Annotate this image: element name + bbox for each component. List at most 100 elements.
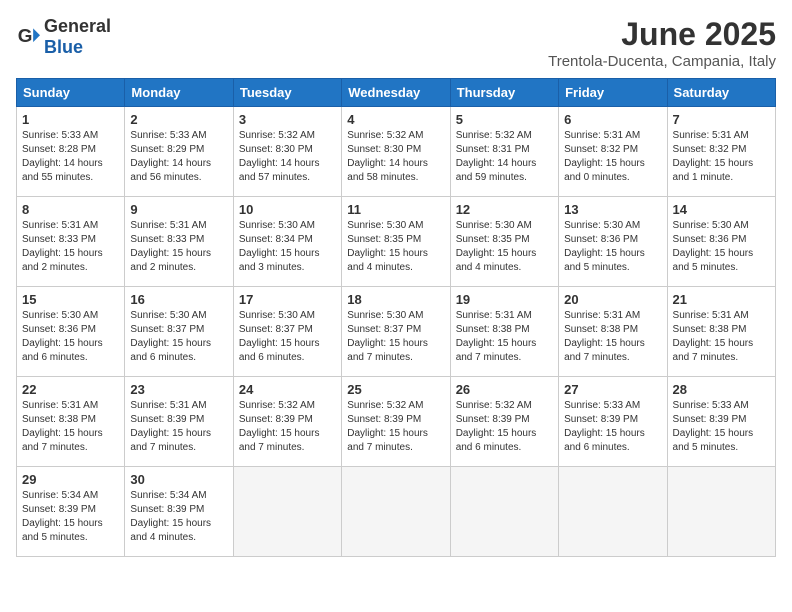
day-number: 12 (456, 202, 553, 217)
day-cell: 7 Sunrise: 5:31 AM Sunset: 8:32 PM Dayli… (667, 107, 775, 197)
day-cell: 8 Sunrise: 5:31 AM Sunset: 8:33 PM Dayli… (17, 197, 125, 287)
day-cell (559, 467, 667, 557)
day-number: 25 (347, 382, 444, 397)
logo-blue: Blue (44, 37, 83, 57)
svg-text:G: G (18, 25, 33, 46)
day-number: 4 (347, 112, 444, 127)
day-cell: 22 Sunrise: 5:31 AM Sunset: 8:38 PM Dayl… (17, 377, 125, 467)
day-number: 11 (347, 202, 444, 217)
day-info: Sunrise: 5:30 AM Sunset: 8:37 PM Dayligh… (239, 309, 336, 365)
day-cell: 21 Sunrise: 5:31 AM Sunset: 8:38 PM Dayl… (667, 287, 775, 377)
day-info: Sunrise: 5:33 AM Sunset: 8:29 PM Dayligh… (130, 129, 227, 185)
day-cell: 17 Sunrise: 5:30 AM Sunset: 8:37 PM Dayl… (233, 287, 341, 377)
day-info: Sunrise: 5:34 AM Sunset: 8:39 PM Dayligh… (130, 489, 227, 545)
day-cell (667, 467, 775, 557)
day-cell: 2 Sunrise: 5:33 AM Sunset: 8:29 PM Dayli… (125, 107, 233, 197)
day-info: Sunrise: 5:30 AM Sunset: 8:36 PM Dayligh… (673, 219, 770, 275)
subtitle: Trentola-Ducenta, Campania, Italy (548, 53, 776, 70)
day-info: Sunrise: 5:32 AM Sunset: 8:39 PM Dayligh… (456, 399, 553, 455)
day-info: Sunrise: 5:32 AM Sunset: 8:39 PM Dayligh… (239, 399, 336, 455)
day-info: Sunrise: 5:30 AM Sunset: 8:36 PM Dayligh… (564, 219, 661, 275)
day-info: Sunrise: 5:31 AM Sunset: 8:32 PM Dayligh… (564, 129, 661, 185)
day-number: 14 (673, 202, 770, 217)
day-cell: 6 Sunrise: 5:31 AM Sunset: 8:32 PM Dayli… (559, 107, 667, 197)
day-cell: 11 Sunrise: 5:30 AM Sunset: 8:35 PM Dayl… (342, 197, 450, 287)
day-cell: 15 Sunrise: 5:30 AM Sunset: 8:36 PM Dayl… (17, 287, 125, 377)
day-cell: 27 Sunrise: 5:33 AM Sunset: 8:39 PM Dayl… (559, 377, 667, 467)
day-info: Sunrise: 5:30 AM Sunset: 8:37 PM Dayligh… (130, 309, 227, 365)
logo: G General Blue (16, 16, 111, 58)
day-cell: 12 Sunrise: 5:30 AM Sunset: 8:35 PM Dayl… (450, 197, 558, 287)
day-info: Sunrise: 5:30 AM Sunset: 8:35 PM Dayligh… (347, 219, 444, 275)
day-number: 20 (564, 292, 661, 307)
day-number: 28 (673, 382, 770, 397)
header-saturday: Saturday (667, 79, 775, 107)
day-number: 21 (673, 292, 770, 307)
day-cell: 9 Sunrise: 5:31 AM Sunset: 8:33 PM Dayli… (125, 197, 233, 287)
day-cell: 25 Sunrise: 5:32 AM Sunset: 8:39 PM Dayl… (342, 377, 450, 467)
day-info: Sunrise: 5:31 AM Sunset: 8:38 PM Dayligh… (22, 399, 119, 455)
week-row-2: 8 Sunrise: 5:31 AM Sunset: 8:33 PM Dayli… (17, 197, 776, 287)
logo-icon: G (16, 25, 40, 49)
day-cell (450, 467, 558, 557)
day-info: Sunrise: 5:32 AM Sunset: 8:39 PM Dayligh… (347, 399, 444, 455)
header-tuesday: Tuesday (233, 79, 341, 107)
header-friday: Friday (559, 79, 667, 107)
logo-text: General Blue (44, 16, 111, 58)
day-info: Sunrise: 5:31 AM Sunset: 8:33 PM Dayligh… (22, 219, 119, 275)
day-info: Sunrise: 5:30 AM Sunset: 8:36 PM Dayligh… (22, 309, 119, 365)
calendar-header-row: Sunday Monday Tuesday Wednesday Thursday… (17, 79, 776, 107)
day-info: Sunrise: 5:33 AM Sunset: 8:28 PM Dayligh… (22, 129, 119, 185)
day-number: 19 (456, 292, 553, 307)
day-info: Sunrise: 5:33 AM Sunset: 8:39 PM Dayligh… (673, 399, 770, 455)
day-info: Sunrise: 5:31 AM Sunset: 8:32 PM Dayligh… (673, 129, 770, 185)
week-row-5: 29 Sunrise: 5:34 AM Sunset: 8:39 PM Dayl… (17, 467, 776, 557)
header-sunday: Sunday (17, 79, 125, 107)
day-cell: 19 Sunrise: 5:31 AM Sunset: 8:38 PM Dayl… (450, 287, 558, 377)
day-info: Sunrise: 5:30 AM Sunset: 8:37 PM Dayligh… (347, 309, 444, 365)
day-cell (233, 467, 341, 557)
day-cell: 26 Sunrise: 5:32 AM Sunset: 8:39 PM Dayl… (450, 377, 558, 467)
day-info: Sunrise: 5:34 AM Sunset: 8:39 PM Dayligh… (22, 489, 119, 545)
header-thursday: Thursday (450, 79, 558, 107)
day-cell: 30 Sunrise: 5:34 AM Sunset: 8:39 PM Dayl… (125, 467, 233, 557)
day-cell (342, 467, 450, 557)
day-number: 17 (239, 292, 336, 307)
logo-general: General (44, 16, 111, 36)
header: G General Blue June 2025 Trentola-Ducent… (16, 16, 776, 70)
day-cell: 1 Sunrise: 5:33 AM Sunset: 8:28 PM Dayli… (17, 107, 125, 197)
day-info: Sunrise: 5:30 AM Sunset: 8:34 PM Dayligh… (239, 219, 336, 275)
day-info: Sunrise: 5:30 AM Sunset: 8:35 PM Dayligh… (456, 219, 553, 275)
day-cell: 20 Sunrise: 5:31 AM Sunset: 8:38 PM Dayl… (559, 287, 667, 377)
day-number: 9 (130, 202, 227, 217)
day-info: Sunrise: 5:31 AM Sunset: 8:38 PM Dayligh… (673, 309, 770, 365)
week-row-4: 22 Sunrise: 5:31 AM Sunset: 8:38 PM Dayl… (17, 377, 776, 467)
day-info: Sunrise: 5:32 AM Sunset: 8:30 PM Dayligh… (239, 129, 336, 185)
week-row-1: 1 Sunrise: 5:33 AM Sunset: 8:28 PM Dayli… (17, 107, 776, 197)
day-number: 16 (130, 292, 227, 307)
day-cell: 23 Sunrise: 5:31 AM Sunset: 8:39 PM Dayl… (125, 377, 233, 467)
day-info: Sunrise: 5:33 AM Sunset: 8:39 PM Dayligh… (564, 399, 661, 455)
day-info: Sunrise: 5:31 AM Sunset: 8:33 PM Dayligh… (130, 219, 227, 275)
day-number: 7 (673, 112, 770, 127)
day-number: 1 (22, 112, 119, 127)
day-cell: 28 Sunrise: 5:33 AM Sunset: 8:39 PM Dayl… (667, 377, 775, 467)
week-row-3: 15 Sunrise: 5:30 AM Sunset: 8:36 PM Dayl… (17, 287, 776, 377)
day-cell: 16 Sunrise: 5:30 AM Sunset: 8:37 PM Dayl… (125, 287, 233, 377)
day-number: 10 (239, 202, 336, 217)
day-number: 3 (239, 112, 336, 127)
day-info: Sunrise: 5:32 AM Sunset: 8:31 PM Dayligh… (456, 129, 553, 185)
title-area: June 2025 Trentola-Ducenta, Campania, It… (548, 16, 776, 70)
calendar: Sunday Monday Tuesday Wednesday Thursday… (16, 78, 776, 557)
day-cell: 3 Sunrise: 5:32 AM Sunset: 8:30 PM Dayli… (233, 107, 341, 197)
day-cell: 4 Sunrise: 5:32 AM Sunset: 8:30 PM Dayli… (342, 107, 450, 197)
day-cell: 14 Sunrise: 5:30 AM Sunset: 8:36 PM Dayl… (667, 197, 775, 287)
day-info: Sunrise: 5:32 AM Sunset: 8:30 PM Dayligh… (347, 129, 444, 185)
day-cell: 18 Sunrise: 5:30 AM Sunset: 8:37 PM Dayl… (342, 287, 450, 377)
day-number: 23 (130, 382, 227, 397)
day-number: 2 (130, 112, 227, 127)
header-wednesday: Wednesday (342, 79, 450, 107)
day-cell: 5 Sunrise: 5:32 AM Sunset: 8:31 PM Dayli… (450, 107, 558, 197)
day-cell: 24 Sunrise: 5:32 AM Sunset: 8:39 PM Dayl… (233, 377, 341, 467)
day-cell: 29 Sunrise: 5:34 AM Sunset: 8:39 PM Dayl… (17, 467, 125, 557)
